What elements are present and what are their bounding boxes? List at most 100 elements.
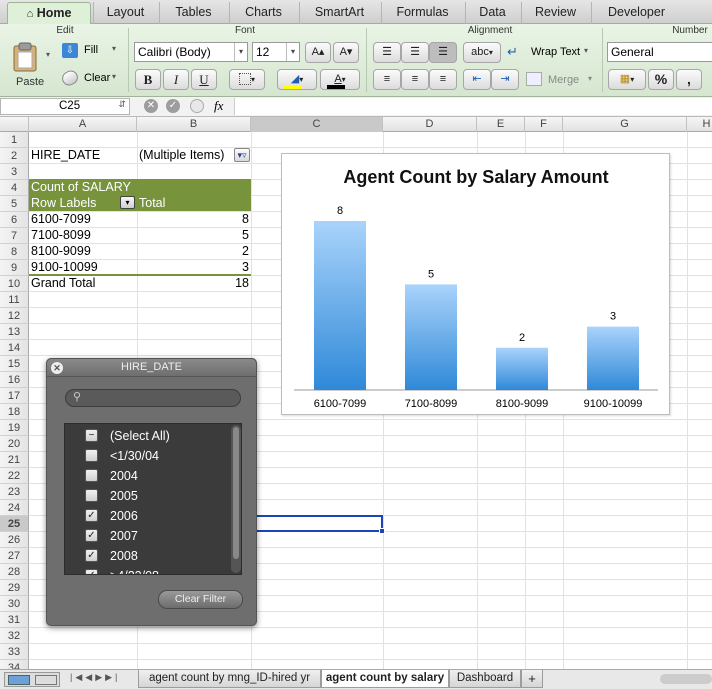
row-header[interactable]: 2	[0, 148, 29, 164]
bold-button[interactable]: B	[135, 69, 161, 90]
align-middle-button[interactable]: ☰	[401, 42, 429, 63]
row-header[interactable]: 20	[0, 436, 29, 452]
align-bottom-button[interactable]: ☰	[429, 42, 457, 63]
filter-checkbox[interactable]: ✓	[85, 549, 98, 562]
filter-item-label[interactable]: 2008	[110, 548, 138, 564]
row-header[interactable]: 25	[0, 516, 29, 532]
stepper-icon[interactable]: ⇵	[118, 99, 126, 110]
pivot-grand-total-value[interactable]: 18	[137, 275, 251, 291]
align-right-button[interactable]: ≡	[429, 69, 457, 90]
row-header[interactable]: 32	[0, 628, 29, 644]
orientation-button[interactable]: abc▾	[463, 42, 501, 63]
tab-smartart[interactable]: SmartArt	[299, 2, 379, 24]
sheet-tab-active[interactable]: agent count by salary	[321, 670, 449, 688]
row-header[interactable]: 19	[0, 420, 29, 436]
pivot-row-value[interactable]: 2	[137, 243, 251, 259]
name-box[interactable]: C25 ⇵	[0, 98, 130, 115]
underline-button[interactable]: U	[191, 69, 217, 90]
filter-checkbox[interactable]: −	[85, 429, 98, 442]
fill-color-button[interactable]: ◢▾	[277, 69, 317, 90]
first-sheet-icon[interactable]: |◀	[70, 672, 85, 682]
align-top-button[interactable]: ☰	[373, 42, 401, 63]
accounting-format-button[interactable]: ▦▾	[608, 69, 646, 90]
pivot-filter-label[interactable]: HIRE_DATE	[29, 147, 137, 163]
column-header[interactable]: E	[477, 117, 525, 132]
page-layout-view-icon[interactable]	[35, 675, 57, 685]
row-header[interactable]: 4	[0, 180, 29, 196]
row-header[interactable]: 8	[0, 244, 29, 260]
align-left-button[interactable]: ≡	[373, 69, 401, 90]
filter-checkbox[interactable]	[85, 449, 98, 462]
add-sheet-icon[interactable]: +	[521, 670, 543, 688]
bar[interactable]	[314, 221, 366, 390]
row-header[interactable]: 23	[0, 484, 29, 500]
row-header[interactable]: 3	[0, 164, 29, 180]
row-header[interactable]: 29	[0, 580, 29, 596]
prev-sheet-icon[interactable]: ◀	[85, 672, 95, 682]
row-header[interactable]: 22	[0, 468, 29, 484]
view-switcher[interactable]	[4, 672, 60, 687]
column-header[interactable]: B	[137, 117, 251, 132]
row-header[interactable]: 31	[0, 612, 29, 628]
pivot-total-header[interactable]: Total	[137, 195, 251, 211]
filter-item-label[interactable]: (Select All)	[110, 428, 170, 444]
borders-button[interactable]: ▾	[229, 69, 265, 90]
font-color-button[interactable]: A▾	[320, 69, 360, 90]
normal-view-icon[interactable]	[8, 675, 30, 685]
filter-item-label[interactable]: 2007	[110, 528, 138, 544]
filter-checkbox[interactable]	[85, 469, 98, 482]
filter-item-label[interactable]: 2005	[110, 488, 138, 504]
bar[interactable]	[496, 347, 548, 390]
last-sheet-icon[interactable]: ▶|	[105, 672, 120, 682]
column-header[interactable]: F	[525, 117, 563, 132]
tab-charts[interactable]: Charts	[229, 2, 297, 24]
tab-review[interactable]: Review	[521, 2, 589, 24]
row-header[interactable]: 30	[0, 596, 29, 612]
filter-item-label[interactable]: 2006	[110, 508, 138, 524]
pivot-row-value[interactable]: 5	[137, 227, 251, 243]
fill-button[interactable]: ⇩ Fill ▾	[60, 41, 122, 61]
align-center-button[interactable]: ≡	[401, 69, 429, 90]
column-header[interactable]: C	[251, 117, 383, 132]
font-name-select[interactable]: Calibri (Body) ▾	[134, 42, 248, 62]
tab-home[interactable]: ⌂ Home	[7, 2, 91, 24]
enter-icon[interactable]: ✓	[166, 99, 180, 113]
bar[interactable]	[405, 284, 457, 390]
select-all-corner[interactable]	[0, 117, 29, 132]
row-header[interactable]: 28	[0, 564, 29, 580]
filter-item-label[interactable]: >4/22/08	[110, 568, 159, 574]
filter-item-label[interactable]: <1/30/04	[110, 448, 159, 464]
row-header[interactable]: 12	[0, 308, 29, 324]
row-header[interactable]: 13	[0, 324, 29, 340]
row-header[interactable]: 17	[0, 388, 29, 404]
row-header[interactable]: 21	[0, 452, 29, 468]
wrap-text-button[interactable]: ↵ Wrap Text ▾	[507, 42, 597, 63]
row-header[interactable]: 9	[0, 260, 29, 276]
comma-button[interactable]: ,	[676, 69, 702, 90]
filter-checkbox[interactable]: ✓	[85, 509, 98, 522]
row-header[interactable]: 26	[0, 532, 29, 548]
clear-filter-button[interactable]: Clear Filter	[158, 590, 243, 609]
row-header[interactable]: 6	[0, 212, 29, 228]
filter-checkbox[interactable]: ✓	[85, 569, 98, 574]
merge-button[interactable]: Merge ▾	[526, 70, 598, 90]
row-header[interactable]: 1	[0, 132, 29, 148]
pivot-row-label[interactable]: 9100-10099	[29, 259, 137, 275]
increase-font-button[interactable]: A▴	[305, 42, 331, 63]
sheet-navigation[interactable]: |◀◀▶▶|	[70, 672, 130, 687]
filter-values-list[interactable]: − (Select All) <1/30/04 2004 2005 ✓ 2006 ✓ 2007 ✓…	[64, 423, 242, 575]
filter-checkbox[interactable]: ✓	[85, 529, 98, 542]
pivot-grand-total-label[interactable]: Grand Total	[29, 275, 137, 291]
number-format-select[interactable]: General	[607, 42, 712, 62]
sheet-tab[interactable]: Dashboard	[449, 670, 521, 688]
row-header[interactable]: 33	[0, 644, 29, 660]
column-header[interactable]: A	[29, 117, 137, 132]
next-sheet-icon[interactable]: ▶	[95, 672, 105, 682]
percent-button[interactable]: %	[648, 69, 674, 90]
row-labels-dropdown-icon[interactable]: ▾	[120, 196, 135, 209]
tab-data[interactable]: Data	[465, 2, 519, 24]
horizontal-scrollbar[interactable]	[660, 674, 712, 684]
pivot-row-value[interactable]: 8	[137, 211, 251, 227]
paste-dropdown-icon[interactable]: ▾	[46, 50, 50, 59]
pivot-value-header[interactable]: Count of SALARY	[29, 179, 251, 195]
